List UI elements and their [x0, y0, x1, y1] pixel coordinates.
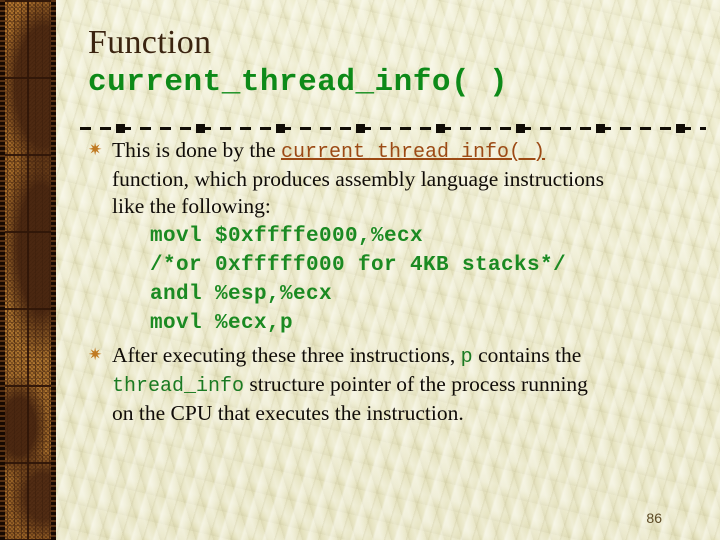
bullet-1-lead-text: This is done by the: [112, 138, 281, 162]
page-title: Function: [88, 24, 212, 61]
border-tile-grid: [5, 0, 51, 540]
bullet-2-line1: After executing these three instructions…: [112, 342, 704, 371]
slide-content: Function current_thread_info( ) ✷ This i…: [56, 0, 720, 540]
asterisk-bullet-icon: ✷: [88, 345, 103, 365]
list-item: ✷ This is done by the current_thread_inf…: [86, 137, 704, 338]
body-block: ✷ This is done by the current_thread_inf…: [86, 137, 704, 427]
divider-squares: [80, 124, 706, 133]
title-block: Function current_thread_info( ): [88, 24, 700, 102]
list-item: ✷ After executing these three instructio…: [86, 342, 704, 427]
current-thread-info-link[interactable]: current_thread_info( ): [281, 141, 545, 164]
code-line: /*or 0xfffff000 for 4KB stacks*/: [150, 254, 567, 277]
bullet-2-seg1: After executing these three instructions…: [112, 343, 461, 367]
bullet-1-paragraph: This is done by the current_thread_info(…: [112, 137, 704, 166]
bullet-2-line3: on the CPU that executes the instruction…: [112, 401, 464, 425]
assembly-code-block: movl $0xffffe000,%ecx /*or 0xfffff000 fo…: [112, 222, 704, 338]
code-line: movl %ecx,p: [150, 312, 294, 335]
bullet-2-seg2: contains the: [472, 343, 582, 367]
code-line: andl %esp,%ecx: [150, 283, 333, 306]
variable-p: p: [460, 346, 473, 369]
thread-info-identifier: thread_info: [112, 375, 245, 398]
decorative-left-border: [0, 0, 56, 540]
title-divider: [80, 124, 706, 133]
border-rail-left: [0, 0, 5, 540]
code-line: movl $0xffffe000,%ecx: [150, 225, 424, 248]
slide-canvas: Function current_thread_info( ) ✷ This i…: [0, 0, 720, 540]
bullet-2-line2: thread_info structure pointer of the pro…: [112, 371, 704, 400]
bullet-1-line3: like the following:: [112, 194, 271, 218]
bullet-2-seg3: structure pointer of the process running: [244, 372, 588, 396]
page-subtitle: current_thread_info( ): [88, 65, 509, 100]
bullet-1-line2: function, which produces assembly langua…: [112, 167, 605, 191]
asterisk-bullet-icon: ✷: [88, 140, 103, 160]
page-number: 86: [646, 510, 662, 526]
